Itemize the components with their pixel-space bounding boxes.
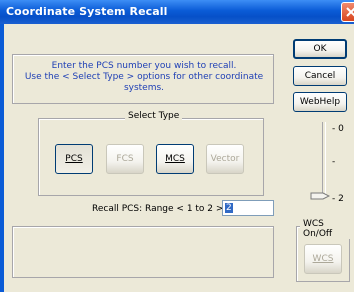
mcs-button[interactable]: MCS (156, 144, 194, 174)
close-button[interactable] (341, 2, 354, 22)
window-title: Coordinate System Recall (6, 5, 168, 18)
slider-tick-top-label: 0 (338, 124, 344, 134)
recall-input[interactable]: 2 (222, 200, 274, 216)
slider-track[interactable] (322, 122, 326, 198)
pcs-button[interactable]: PCS (55, 144, 93, 174)
mcs-button-label: MCS (165, 154, 185, 164)
slider-thumb[interactable] (310, 192, 330, 200)
slider-tick-top: - 0 (332, 124, 344, 134)
dialog-window: Coordinate System Recall Enter the PCS n… (0, 0, 354, 292)
select-type-legend: Select Type (125, 111, 183, 121)
vector-button-label: Vector (210, 154, 240, 164)
window-frame-left (0, 24, 4, 292)
slider-tick-mid: - (332, 157, 336, 167)
wcs-button-label: WCS (312, 254, 334, 264)
instruction-line-3: systems. (123, 83, 165, 93)
webhelp-button[interactable]: WebHelp (293, 92, 347, 112)
slider-tick-bottom-label: 2 (338, 194, 344, 204)
instruction-box: Enter the PCS number you wish to recall.… (12, 54, 274, 104)
wcs-button[interactable]: WCS (304, 244, 342, 274)
fcs-button[interactable]: FCS (106, 144, 144, 174)
instruction-text: Enter the PCS number you wish to recall.… (19, 61, 269, 94)
fcs-button-label: FCS (116, 154, 134, 164)
message-box (12, 226, 274, 278)
ok-button-label: OK (313, 44, 327, 54)
vector-button[interactable]: Vector (206, 144, 244, 174)
close-icon (346, 7, 354, 17)
title-bar[interactable]: Coordinate System Recall (0, 0, 354, 24)
webhelp-button-label: WebHelp (299, 97, 341, 107)
instruction-line-2: Use the < Select Type > options for othe… (24, 72, 264, 82)
wcs-legend: WCS On/Off (300, 219, 354, 239)
cancel-button[interactable]: Cancel (293, 66, 347, 86)
pcs-button-label: PCS (65, 154, 83, 164)
recall-label: Recall PCS: Range < 1 to 2 > : (92, 204, 230, 214)
ok-button[interactable]: OK (293, 39, 347, 59)
recall-input-value: 2 (225, 203, 233, 213)
slider-tick-bottom: - 2 (332, 194, 344, 204)
cancel-button-label: Cancel (304, 71, 336, 81)
instruction-line-1: Enter the PCS number you wish to recall. (51, 61, 237, 71)
